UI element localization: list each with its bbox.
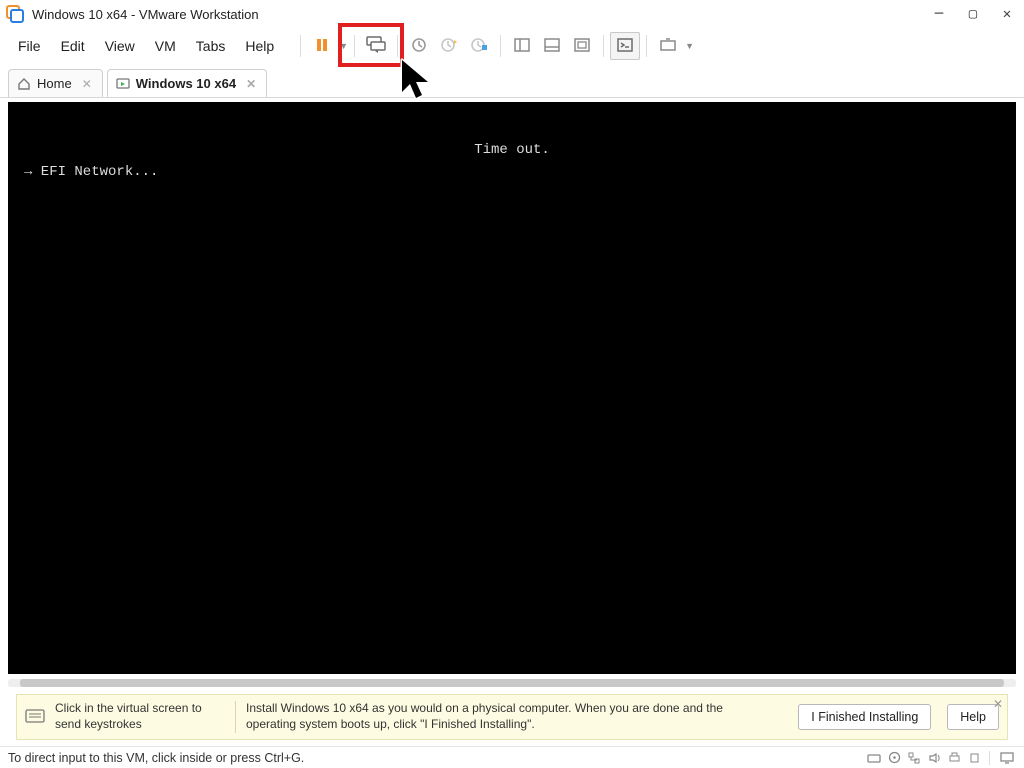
vm-console[interactable]: Time out. → EFI Network... bbox=[8, 102, 1016, 674]
stretch-icon bbox=[660, 38, 676, 55]
home-icon bbox=[17, 77, 31, 91]
clock-manage-icon bbox=[470, 37, 488, 56]
menu-view[interactable]: View bbox=[95, 32, 145, 60]
revert-snapshot-button[interactable] bbox=[434, 32, 464, 60]
layout-bottom-icon bbox=[544, 38, 560, 55]
vmware-app-icon bbox=[6, 5, 24, 23]
tab-vm-label: Windows 10 x64 bbox=[136, 76, 236, 91]
install-info-bar: Click in the virtual screen to send keys… bbox=[16, 694, 1008, 740]
fullscreen-button[interactable] bbox=[567, 32, 597, 60]
status-cd-icon[interactable] bbox=[885, 750, 903, 766]
status-usb-icon[interactable] bbox=[965, 750, 983, 766]
status-display-icon[interactable] bbox=[998, 750, 1016, 766]
console-line-efi: → EFI Network... bbox=[24, 164, 158, 180]
show-library-button[interactable] bbox=[507, 32, 537, 60]
take-snapshot-button[interactable] bbox=[404, 32, 434, 60]
tab-vm-windows10[interactable]: Windows 10 x64 ✕ bbox=[107, 69, 267, 97]
window-minimize-button[interactable]: ─ bbox=[922, 2, 956, 26]
suspend-vm-button[interactable] bbox=[307, 32, 337, 60]
window-maximize-button[interactable]: ▢ bbox=[956, 2, 990, 26]
finished-installing-button[interactable]: I Finished Installing bbox=[798, 704, 931, 730]
status-disk-icon[interactable] bbox=[865, 750, 883, 766]
window-title: Windows 10 x64 - VMware Workstation bbox=[32, 7, 922, 22]
unity-mode-button[interactable] bbox=[610, 32, 640, 60]
menu-tabs[interactable]: Tabs bbox=[186, 32, 236, 60]
clock-revert-icon bbox=[440, 37, 458, 56]
status-network-icon[interactable] bbox=[905, 750, 923, 766]
tab-close-button[interactable]: ✕ bbox=[82, 77, 92, 91]
tab-close-button[interactable]: ✕ bbox=[246, 77, 256, 91]
menu-vm[interactable]: VM bbox=[145, 32, 186, 60]
clock-icon bbox=[411, 37, 427, 56]
status-printer-icon[interactable] bbox=[945, 750, 963, 766]
menu-file[interactable]: File bbox=[8, 32, 51, 60]
vm-running-icon bbox=[116, 77, 130, 91]
infobar-close-button[interactable]: ✕ bbox=[993, 697, 1003, 711]
chevron-down-icon[interactable]: ▼ bbox=[685, 41, 694, 51]
chevron-down-icon[interactable]: ▼ bbox=[339, 41, 348, 51]
horizontal-scrollbar[interactable] bbox=[8, 676, 1016, 690]
menu-edit[interactable]: Edit bbox=[51, 32, 95, 60]
stretch-guest-button[interactable] bbox=[653, 32, 683, 60]
keyboard-icon bbox=[25, 709, 45, 725]
menu-help[interactable]: Help bbox=[235, 32, 284, 60]
send-ctrl-alt-del-button[interactable] bbox=[361, 32, 391, 60]
keyboard-send-icon bbox=[366, 36, 386, 57]
snapshot-manager-button[interactable] bbox=[464, 32, 494, 60]
console-line-timeout: Time out. bbox=[474, 142, 550, 158]
layout-side-icon bbox=[514, 38, 530, 55]
tab-home[interactable]: Home ✕ bbox=[8, 69, 103, 97]
infobar-click-tip: Click in the virtual screen to send keys… bbox=[55, 701, 225, 732]
terminal-icon bbox=[617, 38, 633, 55]
statusbar-hint: To direct input to this VM, click inside… bbox=[8, 751, 304, 765]
fullscreen-icon bbox=[574, 38, 590, 55]
tab-home-label: Home bbox=[37, 76, 72, 91]
infobar-help-button[interactable]: Help bbox=[947, 704, 999, 730]
window-close-button[interactable]: ✕ bbox=[990, 2, 1024, 26]
status-sound-icon[interactable] bbox=[925, 750, 943, 766]
show-console-button[interactable] bbox=[537, 32, 567, 60]
infobar-install-tip: Install Windows 10 x64 as you would on a… bbox=[246, 701, 782, 732]
pause-icon bbox=[314, 37, 330, 56]
